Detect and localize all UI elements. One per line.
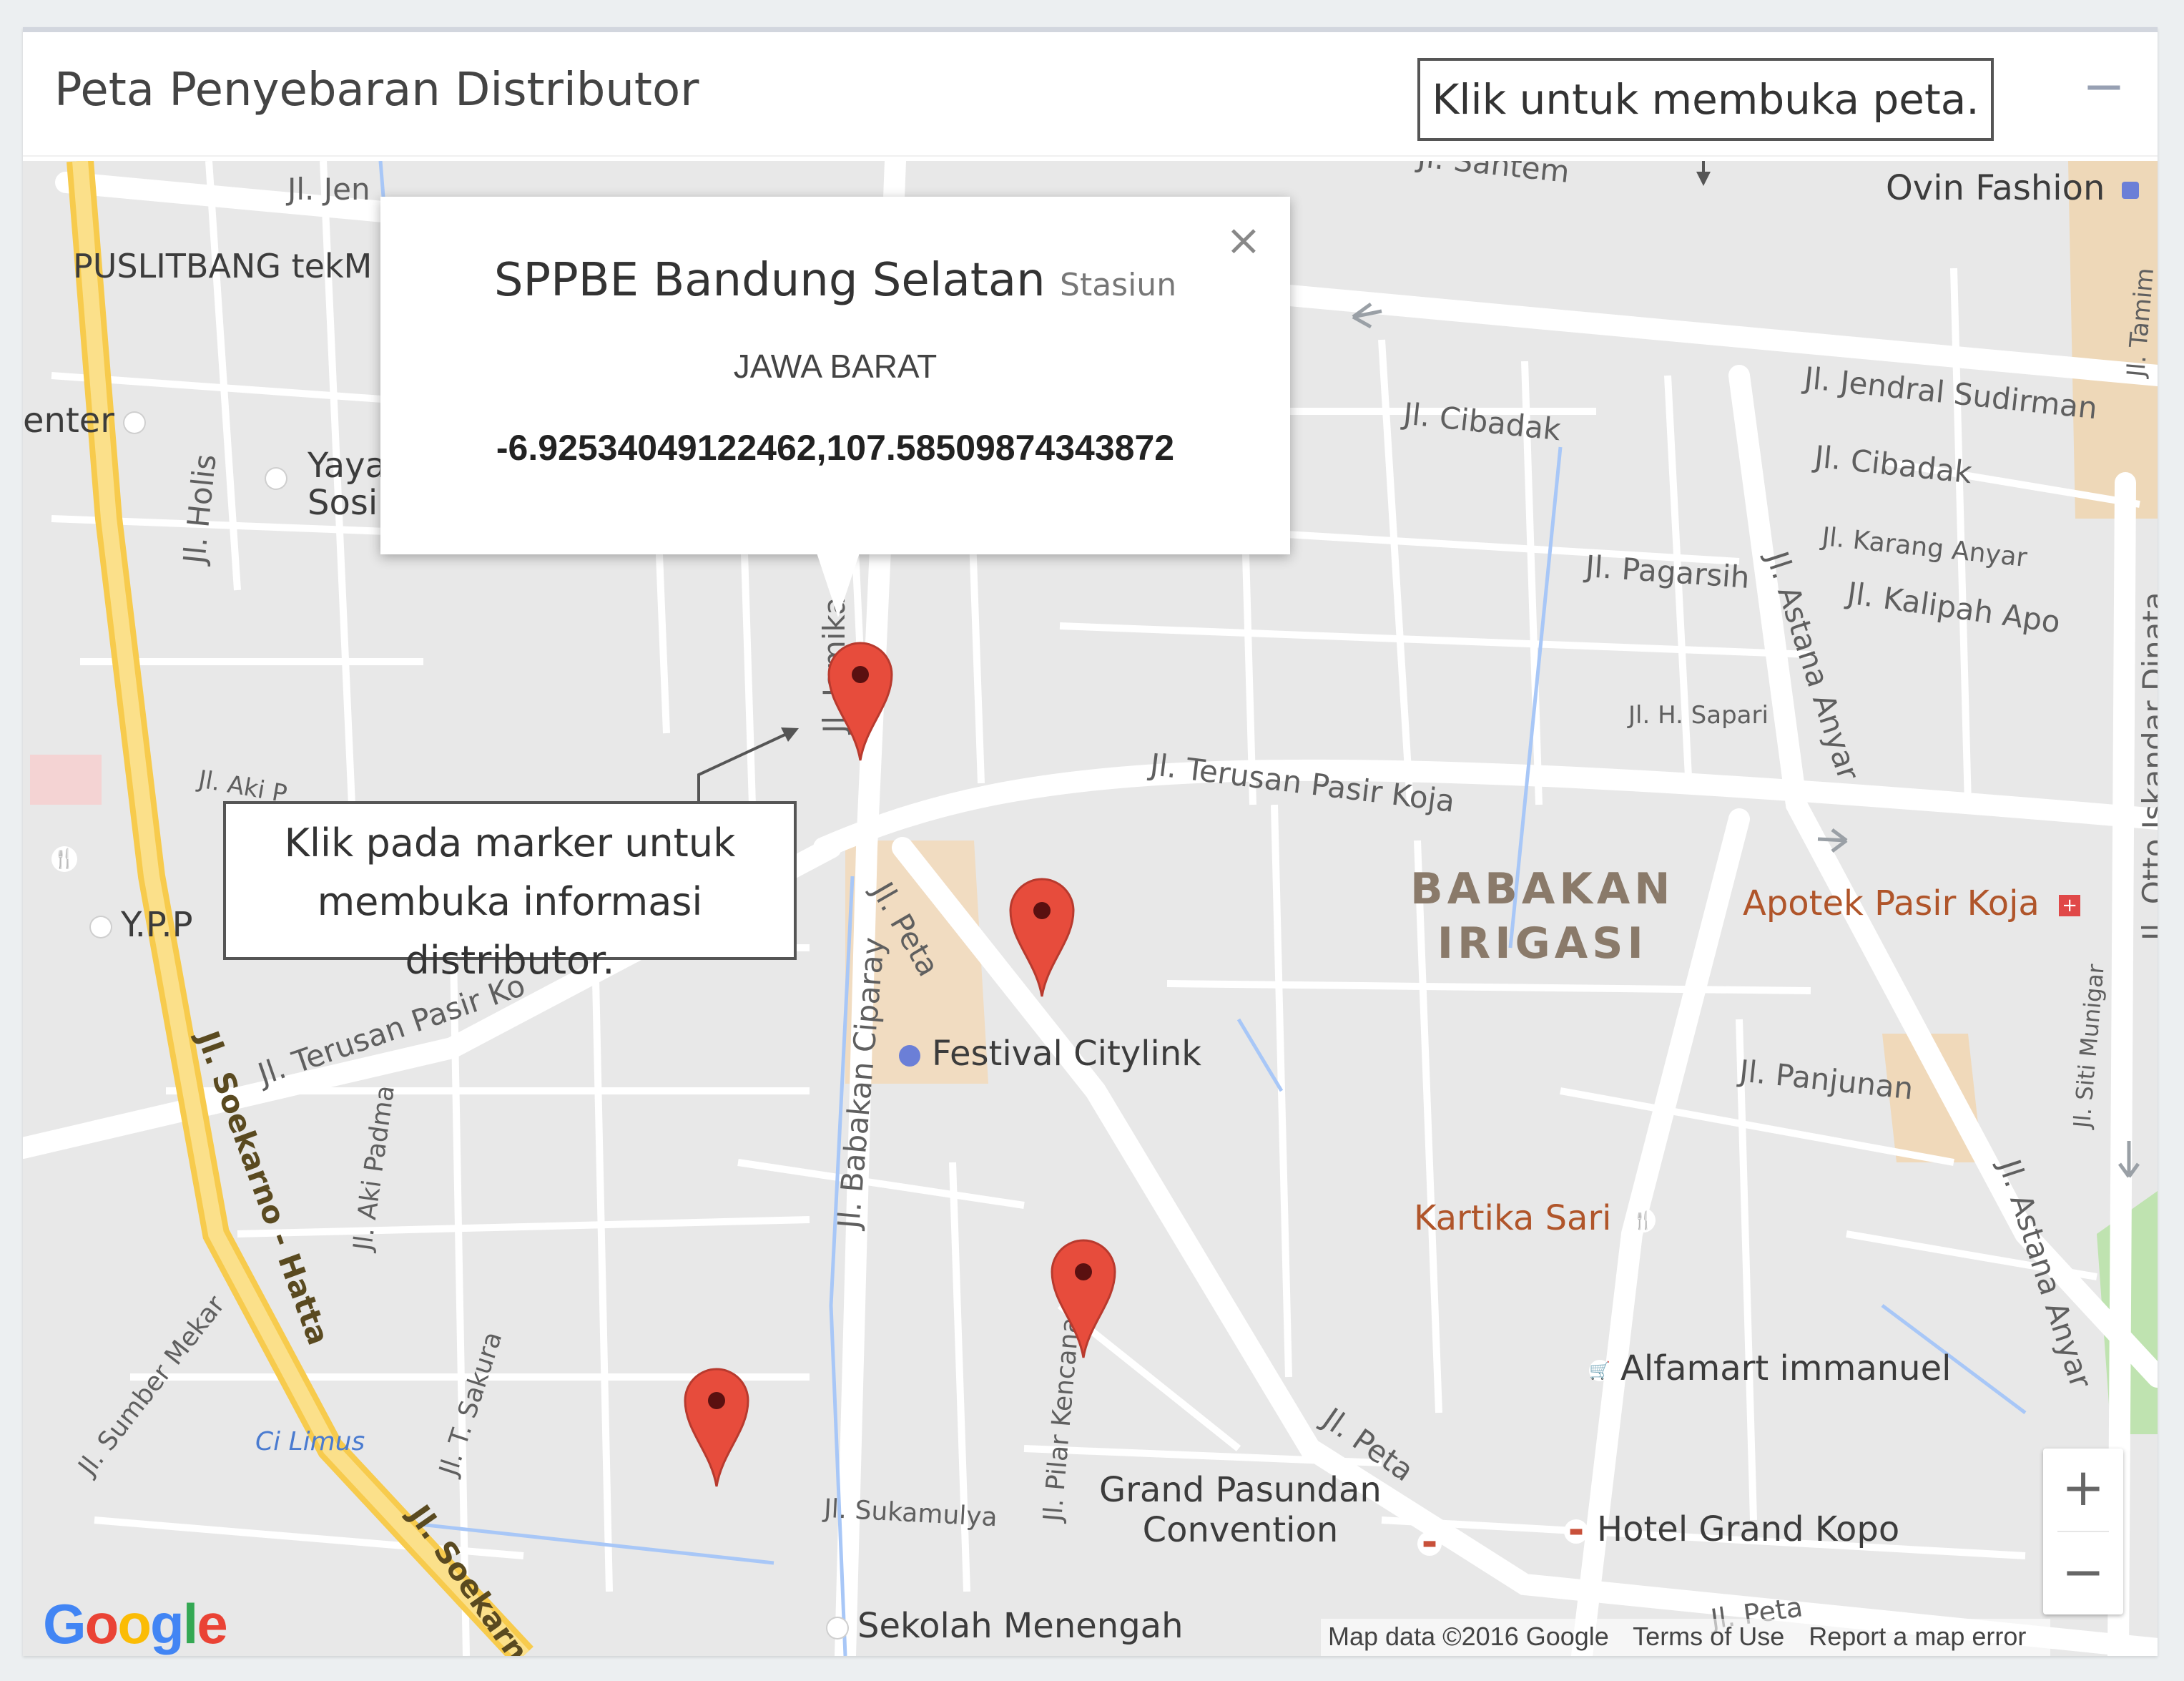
terms-of-use-link[interactable]: Terms of Use <box>1633 1622 1784 1651</box>
poi-label: Hotel Grand Kopo <box>1597 1509 1900 1549</box>
distributor-marker-1[interactable] <box>826 640 895 762</box>
poi-label: Ovin Fashion <box>1886 168 2105 208</box>
water-label-ci-limus: Ci Limus <box>255 1427 365 1456</box>
distributor-region: JAWA BARAT <box>733 348 938 385</box>
restaurant-icon-left: 🍴 <box>51 833 77 873</box>
hotel-icon-pasundan: ▬ <box>1417 1516 1442 1557</box>
zoom-control: + − <box>2043 1449 2123 1614</box>
open-map-callout: Klik untuk membuka peta. <box>1417 58 1994 141</box>
distributor-marker-3[interactable] <box>1049 1238 1118 1359</box>
poi-label: Alfamart immanuel <box>1620 1348 1952 1388</box>
poi-festival-citylink[interactable]: Festival Citylink <box>899 1034 1201 1074</box>
google-logo: Google <box>43 1592 228 1656</box>
logo-letter: o <box>117 1592 152 1655</box>
building-icon <box>91 917 111 937</box>
restaurant-icon: 🍴 <box>1630 1208 1656 1232</box>
panel-title: Peta Penyebaran Distributor <box>54 64 699 117</box>
pharmacy-icon: + <box>2059 895 2081 916</box>
info-title: SPPBE Bandung Selatan Stasiun <box>380 254 1290 307</box>
logo-letter: g <box>149 1592 185 1655</box>
street-label-h-sapari: Jl. H. Sapari <box>1628 701 1769 730</box>
poi-line-1: Grand Pasundan <box>1099 1470 1382 1510</box>
poi-puslitbang[interactable]: PUSLITBANG tekM <box>73 247 372 285</box>
distributor-marker-4[interactable] <box>682 1366 751 1488</box>
poi-ypp[interactable]: Y.P.P <box>91 905 193 945</box>
distributor-marker-2[interactable] <box>1008 876 1076 998</box>
map-panel: Peta Penyebaran Distributor − Jl. Jen Jl… <box>23 27 2158 1656</box>
poi-label: Festival Citylink <box>932 1034 1202 1074</box>
poi-grand-pasundan[interactable]: Grand Pasundan Convention <box>1099 1470 1382 1550</box>
shopping-bag-icon <box>2121 182 2139 199</box>
school-icon <box>827 1618 847 1638</box>
poi-ovin-fashion[interactable]: Ovin Fashion <box>1886 168 2139 208</box>
logo-letter: o <box>84 1592 119 1655</box>
building-icon <box>266 469 286 489</box>
zoom-out-button[interactable]: − <box>2043 1533 2123 1613</box>
street-label-otto-iskandar: Jl. Otto Iskandar Dinata <box>2136 592 2158 941</box>
poi-sekolah[interactable]: Sekolah Menengah <box>827 1606 1184 1646</box>
distributor-coordinates: -6.92534049122462,107.58509874343872 <box>496 428 1175 468</box>
poi-kartika-sari[interactable]: Kartika Sari 🍴 <box>1414 1198 1656 1238</box>
zoom-in-button[interactable]: + <box>2043 1449 2123 1529</box>
report-error-link[interactable]: Report a map error <box>1809 1622 2026 1651</box>
poi-label: Kartika Sari <box>1414 1198 1612 1238</box>
logo-letter: e <box>197 1592 227 1655</box>
logo-letter: G <box>43 1592 87 1655</box>
poi-label: Apotek Pasir Koja <box>1743 883 2040 923</box>
poi-label: Y.P.P <box>121 905 193 945</box>
callout-line-1: Klik pada marker untuk <box>284 820 736 866</box>
marker-help-callout: Klik pada marker untuk membuka informasi… <box>223 801 797 983</box>
info-window-pointer <box>817 553 860 617</box>
map-attribution: Map data ©2016 Google Terms of Use Repor… <box>1321 1619 2051 1656</box>
district-line-2: IRIGASI <box>1437 918 1648 969</box>
district-line-1: BABAKAN <box>1410 864 1675 914</box>
distributor-name: SPPBE Bandung Selatan <box>493 254 1046 307</box>
poi-line-2: Convention <box>1142 1510 1339 1550</box>
map-canvas[interactable]: Jl. Jen Jl. Santem Jl. Jendral Sudirman … <box>23 161 2158 1656</box>
poi-yaya[interactable]: Yaya Sosi <box>266 447 386 521</box>
shopping-bag-icon <box>899 1045 920 1067</box>
poi-label: enter <box>23 401 115 441</box>
poi-apotek[interactable]: Apotek Pasir Koja + <box>1743 883 2081 923</box>
poi-hotel-grand-kopo[interactable]: ▬ Hotel Grand Kopo <box>1564 1509 1899 1549</box>
poi-center[interactable]: enter <box>23 401 154 441</box>
collapse-button[interactable]: − <box>2075 60 2133 118</box>
distributor-type: Stasiun <box>1060 267 1177 303</box>
street-label-jen: Jl. Jen <box>287 172 370 207</box>
distributor-info-window: × SPPBE Bandung Selatan Stasiun JAWA BAR… <box>380 197 1290 617</box>
logo-letter: l <box>182 1592 199 1655</box>
pink-area <box>30 755 102 805</box>
cart-icon: 🛒 <box>1589 1360 1610 1381</box>
poi-line-2: Sosi <box>308 483 378 523</box>
poi-label: Sekolah Menengah <box>857 1606 1184 1646</box>
district-label: BABAKAN IRIGASI <box>1410 862 1674 971</box>
map-data-text: Map data ©2016 Google <box>1328 1622 1609 1651</box>
poi-line-1: Yaya <box>308 446 386 486</box>
callout-line-2: membuka informasi <box>317 879 703 924</box>
poi-alfamart[interactable]: 🛒 Alfamart immanuel <box>1589 1348 1951 1388</box>
zoom-divider <box>2057 1531 2109 1532</box>
building-icon <box>124 413 145 433</box>
callout-line-3: distributor. <box>405 938 615 983</box>
hotel-icon: ▬ <box>1564 1519 1588 1544</box>
